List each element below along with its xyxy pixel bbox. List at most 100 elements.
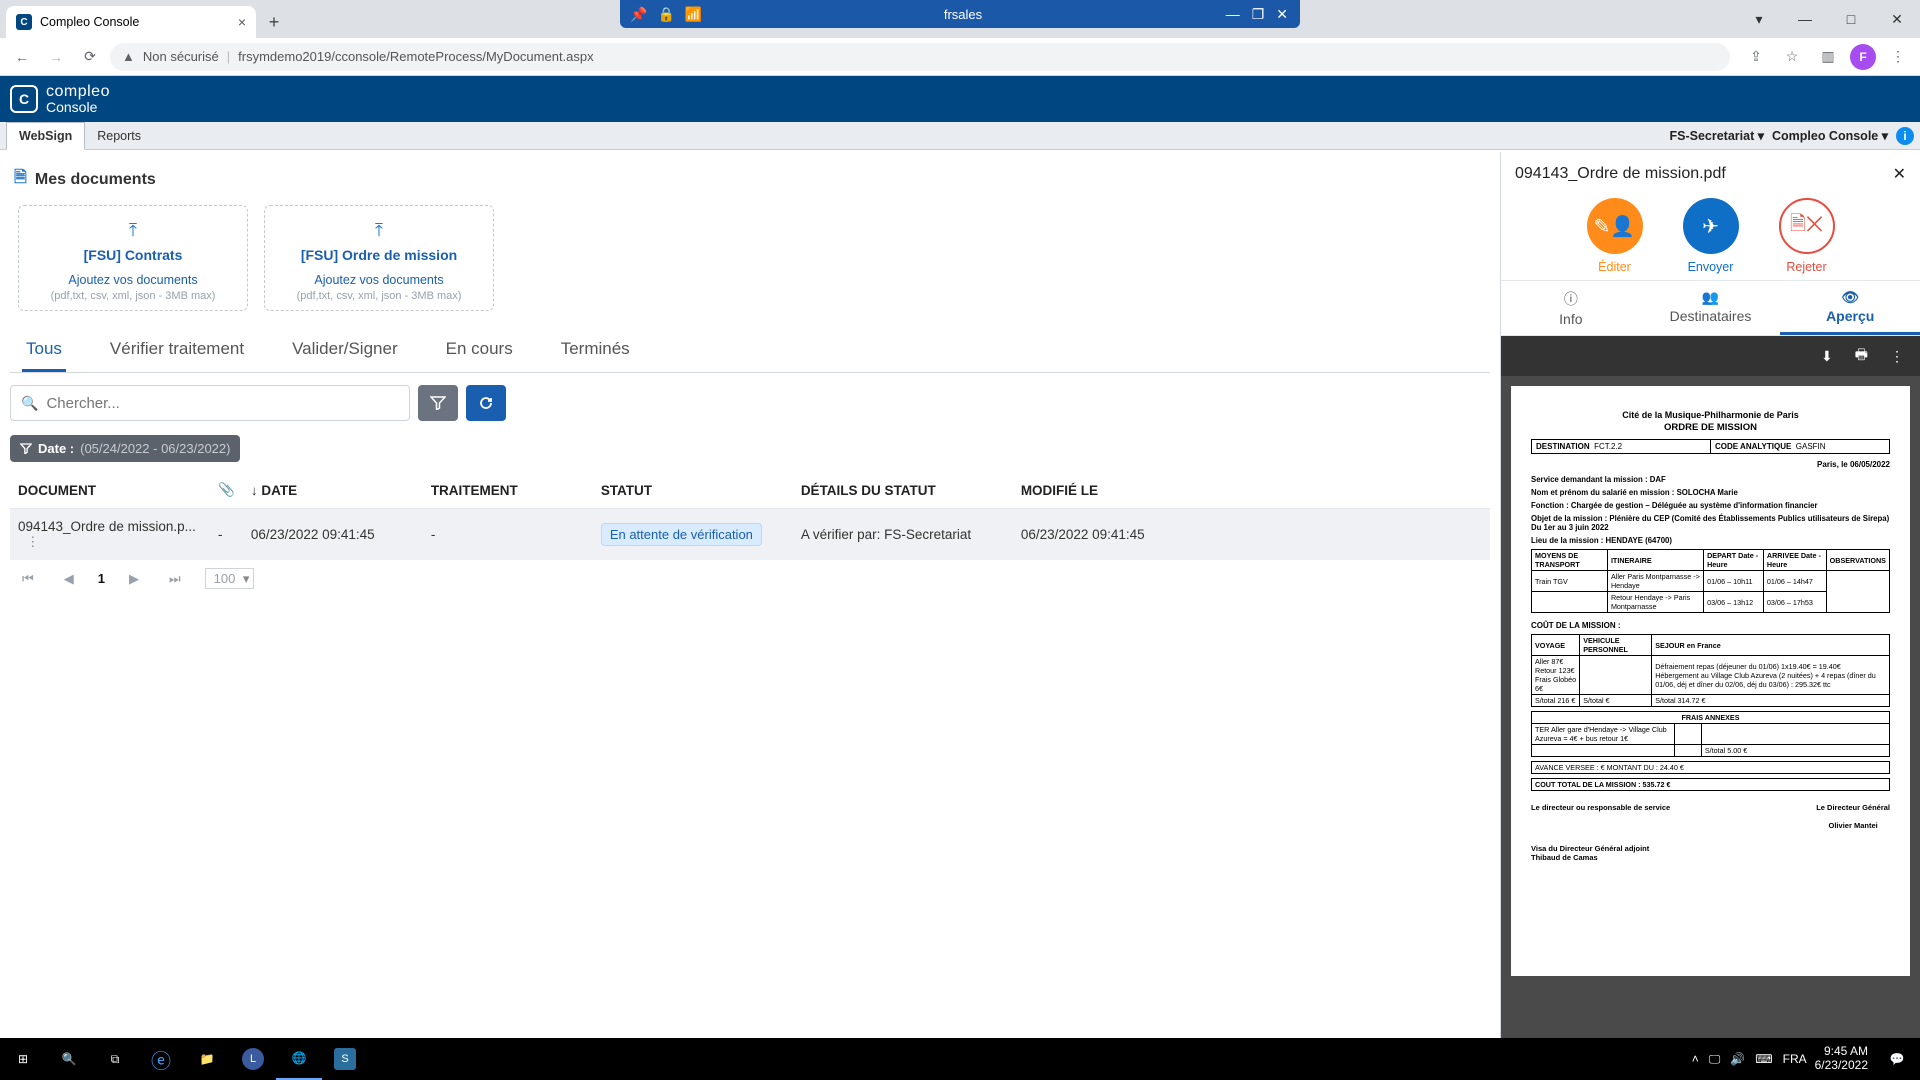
pdf-menu-icon[interactable]: ⋮ [1890, 348, 1904, 365]
nav-reports[interactable]: Reports [85, 122, 153, 149]
page-next[interactable]: ▶ [123, 569, 145, 589]
col-details[interactable]: DÉTAILS DU STATUT [793, 472, 1013, 509]
task-search[interactable]: 🔍 [46, 1038, 92, 1080]
upload-icon: ⤒ [29, 220, 237, 241]
minimize-remote-icon[interactable]: — [1226, 6, 1240, 23]
tab-tous[interactable]: Tous [22, 329, 66, 372]
preview-tab-dest[interactable]: 👥Destinataires [1641, 281, 1781, 335]
signal-icon: 📶 [685, 6, 702, 23]
tab-valider[interactable]: Valider/Signer [288, 329, 402, 372]
task-chrome[interactable]: 🌐 [276, 1038, 322, 1080]
preview-filename: 094143_Ordre de mission.pdf [1515, 165, 1726, 183]
window-close-button[interactable]: ✕ [1874, 0, 1920, 38]
close-remote-icon[interactable]: ✕ [1276, 6, 1288, 23]
download-icon[interactable]: ⬇ [1821, 348, 1833, 365]
page-size-select[interactable]: 100 ▾ [205, 568, 255, 589]
url-field[interactable]: ▲ Non sécurisé | frsymdemo2019/cconsole/… [110, 43, 1730, 71]
upload-card-contrats[interactable]: ⤒ [FSU] Contrats Ajoutez vos documents (… [18, 205, 248, 311]
info-icon[interactable]: i [1896, 127, 1914, 145]
chrome-menu-button[interactable]: ⋮ [1884, 43, 1912, 71]
refresh-icon [478, 395, 494, 411]
restore-remote-icon[interactable]: ❐ [1252, 6, 1265, 23]
browser-tab[interactable]: C Compleo Console × [6, 6, 256, 38]
app-header: C compleo Console [0, 76, 1920, 122]
windows-taskbar: ⊞ 🔍 ⧉ ⓔ 📁 L 🌐 S ˄ 🖵 🔊 ⌨ FRA 9:45 AM 6/23… [0, 1038, 1920, 1080]
remote-session-bar: 📌 🔒 📶 frsales — ❐ ✕ [620, 0, 1300, 28]
secondary-nav: WebSign Reports FS-Secretariat ▾ Compleo… [0, 122, 1920, 150]
system-tray[interactable]: ˄ 🖵 🔊 ⌨ FRA [1684, 1052, 1815, 1067]
tab-termines[interactable]: Terminés [557, 329, 634, 372]
col-statut[interactable]: STATUT [593, 472, 793, 509]
task-app-s[interactable]: S [322, 1038, 368, 1080]
reload-button[interactable]: ⟳ [76, 43, 104, 71]
current-user[interactable]: FS-Secretariat ▾ [1669, 128, 1764, 143]
col-document[interactable]: DOCUMENT [10, 472, 210, 509]
notifications-button[interactable]: 💬 [1874, 1038, 1920, 1080]
funnel-icon [430, 396, 446, 410]
page-first[interactable]: ⏮ [16, 569, 40, 589]
print-icon[interactable]: 🖶 [1855, 344, 1868, 368]
window-minimize-button[interactable]: — [1782, 0, 1828, 38]
preview-tab-info[interactable]: ⓘInfo [1501, 281, 1641, 335]
document-icon: 🗎 [14, 166, 27, 193]
status-badge: En attente de vérification [601, 523, 762, 546]
security-warning-icon: ▲ [122, 49, 135, 64]
tray-sound-icon[interactable]: 🔊 [1730, 1052, 1745, 1066]
people-icon: 👥 [1702, 289, 1719, 306]
remote-host-name: frsales [712, 7, 1213, 22]
active-filter-chip[interactable]: Date : (05/24/2022 - 06/23/2022) [10, 435, 240, 462]
nav-websign[interactable]: WebSign [6, 122, 85, 150]
side-panel-icon[interactable]: ▥ [1814, 43, 1842, 71]
page-title: 🗎 Mes documents [14, 166, 1490, 193]
page-current: 1 [98, 571, 105, 586]
table-row[interactable]: 094143_Ordre de mission.p... ⋮ - 06/23/2… [10, 509, 1490, 561]
task-view[interactable]: ⧉ [92, 1038, 138, 1080]
tab-encours[interactable]: En cours [442, 329, 517, 372]
tab-verifier[interactable]: Vérifier traitement [106, 329, 248, 372]
profile-avatar[interactable]: F [1850, 44, 1876, 70]
refresh-button[interactable] [466, 385, 506, 421]
back-button[interactable]: ← [8, 43, 36, 71]
bookmark-icon[interactable]: ☆ [1778, 43, 1806, 71]
col-traitement[interactable]: TRAITEMENT [423, 472, 593, 509]
pin-icon[interactable]: 📌 [630, 6, 647, 23]
filter-button[interactable] [418, 385, 458, 421]
tray-display-icon[interactable]: 🖵 [1709, 1052, 1721, 1067]
new-tab-button[interactable]: + [260, 8, 288, 36]
task-explorer[interactable]: 📁 [184, 1038, 230, 1080]
forward-button[interactable]: → [42, 43, 70, 71]
pdf-viewport[interactable]: Cité de la Musique-Philharmonie de Paris… [1501, 376, 1920, 1038]
col-date[interactable]: ↓ DATE [243, 472, 423, 509]
tray-keyboard-icon[interactable]: ⌨ [1755, 1052, 1772, 1066]
action-reject[interactable]: 🗎✕ Rejeter [1779, 198, 1835, 274]
funnel-icon [20, 443, 32, 454]
page-last[interactable]: ⏭ [163, 569, 187, 589]
action-send[interactable]: ✈ Envoyer [1683, 198, 1739, 274]
chrome-chevron-icon[interactable]: ▾ [1736, 0, 1782, 38]
col-attachment[interactable]: 📎 [210, 472, 243, 509]
row-menu-icon[interactable]: ⋮ [26, 534, 40, 549]
send-icon: ✈ [1683, 198, 1739, 254]
col-modifie[interactable]: MODIFIÉ LE [1013, 472, 1490, 509]
pdf-toolbar: ⬇ 🖶 ⋮ [1501, 336, 1920, 376]
tray-chevron-icon[interactable]: ˄ [1692, 1052, 1699, 1066]
task-ie[interactable]: ⓔ [138, 1038, 184, 1080]
page-prev[interactable]: ◀ [58, 569, 80, 589]
task-app-l[interactable]: L [230, 1038, 276, 1080]
upload-card-ordre[interactable]: ⤒ [FSU] Ordre de mission Ajoutez vos doc… [264, 205, 494, 311]
documents-table: DOCUMENT 📎 ↓ DATE TRAITEMENT STATUT DÉTA… [10, 472, 1490, 560]
share-icon[interactable]: ⇪ [1742, 43, 1770, 71]
app-switch[interactable]: Compleo Console ▾ [1772, 128, 1888, 143]
preview-tab-apercu[interactable]: 👁Aperçu [1780, 281, 1920, 335]
document-page: Cité de la Musique-Philharmonie de Paris… [1511, 386, 1910, 976]
tab-close-icon[interactable]: × [238, 14, 246, 30]
browser-address-bar: ← → ⟳ ▲ Non sécurisé | frsymdemo2019/cco… [0, 38, 1920, 76]
start-button[interactable]: ⊞ [0, 1038, 46, 1080]
close-preview-button[interactable]: ✕ [1893, 164, 1906, 184]
action-edit[interactable]: ✎👤 Éditer [1587, 198, 1643, 274]
taskbar-clock[interactable]: 9:45 AM 6/23/2022 [1815, 1045, 1874, 1073]
search-input[interactable] [46, 395, 399, 412]
window-maximize-button[interactable]: □ [1828, 0, 1874, 38]
edit-icon: ✎👤 [1587, 198, 1643, 254]
tray-lang[interactable]: FRA [1783, 1052, 1807, 1066]
